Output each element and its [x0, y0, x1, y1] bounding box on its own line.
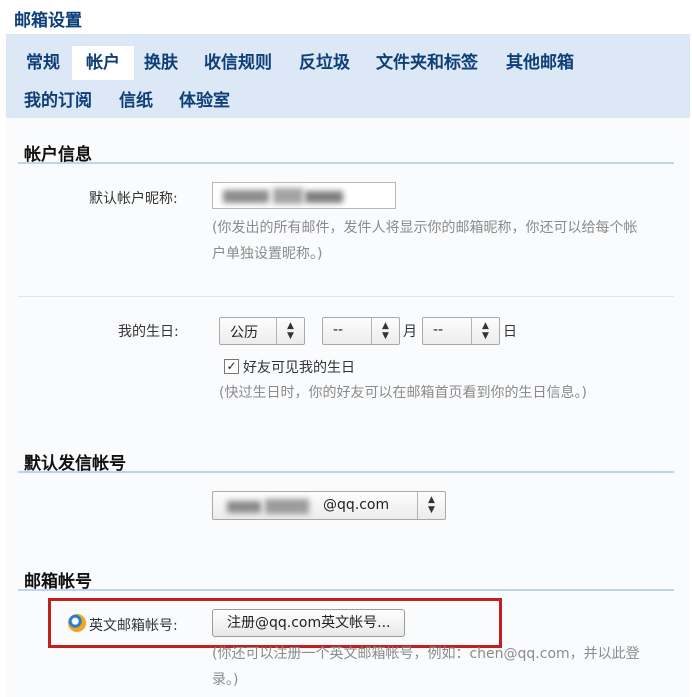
blurred-account [265, 499, 309, 514]
blurred-nickname [273, 188, 303, 204]
friends-visible-checkbox[interactable]: ✓ [224, 359, 239, 374]
birth-month-select[interactable]: -- ▲ ▼ [322, 317, 400, 345]
tab-lab[interactable]: 体验室 [177, 84, 232, 118]
settings-tab-bar: 常规 帐户 换肤 收信规则 反垃圾 文件夹和标签 其他邮箱 我的订阅 信纸 体验… [6, 34, 690, 118]
blurred-account [227, 501, 261, 513]
check-icon: ✓ [226, 359, 237, 373]
tab-mail-rules[interactable]: 收信规则 [202, 46, 274, 80]
nickname-input[interactable] [212, 182, 396, 209]
birthday-hint: (快过生日时，你的好友可以在邮箱首页看到你的生日信息。) [219, 385, 587, 401]
section-divider [18, 162, 674, 164]
month-unit: 月 [403, 324, 417, 340]
birthday-label: 我的生日: [118, 324, 179, 340]
up-down-arrows-icon: ▲ ▼ [471, 318, 499, 344]
up-down-arrows-icon: ▲ ▼ [276, 318, 304, 344]
calendar-type-select[interactable]: 公历 ▲ ▼ [219, 317, 305, 345]
tab-other-mailboxes[interactable]: 其他邮箱 [504, 46, 576, 80]
default-sender-select[interactable]: @qq.com ▲ ▼ [212, 491, 446, 520]
up-down-arrows-icon: ▲ ▼ [371, 318, 399, 344]
friends-visible-label: 好友可见我的生日 [243, 360, 355, 376]
tab-stationery[interactable]: 信纸 [117, 84, 155, 118]
default-sender-suffix: @qq.com [323, 497, 390, 513]
tab-account[interactable]: 帐户 [72, 46, 134, 80]
english-account-hint: (你还可以注册一个英文邮箱帐号，例如：chen@qq.com，并以此登 录。) [212, 646, 640, 688]
register-english-account-button[interactable]: 注册@qq.com英文帐号... [212, 609, 406, 637]
birth-day-value: -- [433, 322, 444, 338]
tab-my-subscriptions[interactable]: 我的订阅 [22, 84, 94, 118]
calendar-type-value: 公历 [230, 325, 258, 341]
up-down-arrows-icon: ▲ ▼ [417, 492, 445, 519]
tab-general[interactable]: 常规 [24, 46, 62, 80]
section-divider [18, 589, 674, 591]
tab-folders-labels[interactable]: 文件夹和标签 [374, 46, 480, 80]
day-unit: 日 [503, 324, 517, 340]
page-title: 邮箱设置 [14, 11, 82, 31]
nickname-hint: (你发出的所有邮件，发件人将显示你的邮箱昵称，你还可以给每个帐 户单独设置昵称。… [212, 220, 638, 262]
separator [18, 296, 674, 297]
english-account-label: 英文邮箱帐号: [89, 618, 178, 634]
nickname-label: 默认帐户昵称: [89, 191, 178, 207]
tab-skin[interactable]: 换肤 [142, 46, 180, 80]
birth-day-select[interactable]: -- ▲ ▼ [422, 317, 500, 345]
section-divider [18, 471, 674, 473]
blurred-nickname [305, 191, 343, 203]
birth-month-value: -- [333, 322, 344, 338]
qq-logo-icon [68, 614, 86, 632]
blurred-nickname [223, 190, 269, 203]
tab-anti-spam[interactable]: 反垃圾 [297, 46, 352, 80]
